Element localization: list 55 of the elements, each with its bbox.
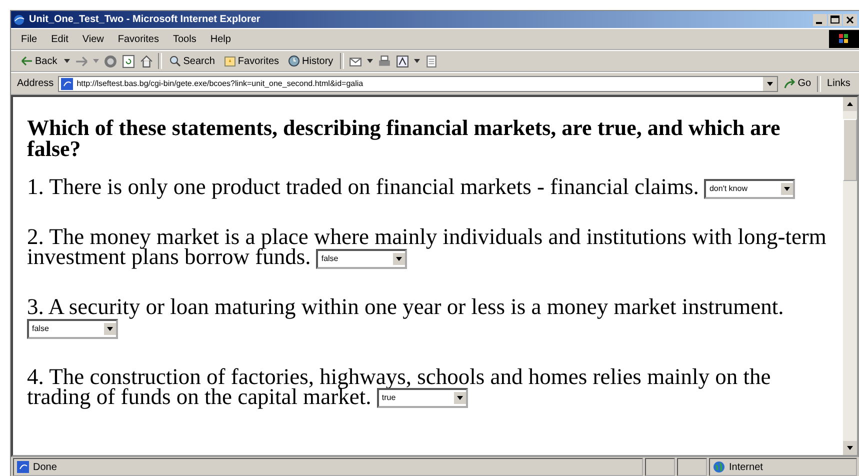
- mail-icon[interactable]: [349, 54, 362, 68]
- windows-logo-icon: [829, 30, 859, 48]
- links-button[interactable]: Links: [825, 78, 852, 89]
- scrollbar[interactable]: [843, 97, 857, 455]
- question-text: 3. A security or loan maturing within one year or less is a money market instrument. false: [27, 296, 829, 339]
- globe-icon: [713, 461, 725, 473]
- answer-dropdown[interactable]: false: [316, 248, 408, 269]
- clock-icon: [288, 55, 300, 67]
- answer-dropdown[interactable]: true: [376, 388, 468, 408]
- arrow-icon: [784, 78, 796, 90]
- caret-icon[interactable]: [64, 59, 70, 63]
- answer-dropdown[interactable]: don't know: [704, 178, 796, 199]
- question-text: 4. The construction of factories, highways, schools and homes relies mainly on the trading of funds on the capital market. true: [27, 366, 772, 408]
- menu-item[interactable]: View: [82, 34, 104, 44]
- address-label: Address: [17, 78, 54, 89]
- address-field[interactable]: http://lseftest.bas.bg/cgi-bin/gete.exe/bcoes?link=unit_one_second.html&id=galia: [58, 76, 778, 92]
- minimize-icon[interactable]: [813, 14, 827, 26]
- scrollbar-thumb[interactable]: [843, 119, 857, 181]
- window-title: Unit_One_Test_Two - Microsoft Internet Explorer: [29, 14, 260, 25]
- caret-icon[interactable]: [414, 59, 420, 63]
- home-icon[interactable]: [140, 54, 154, 68]
- question-heading: Which of these statements, describing financial markets, are true, and which are false?: [27, 117, 782, 159]
- caret-icon[interactable]: [367, 59, 374, 63]
- menu-item[interactable]: Tools: [172, 34, 196, 44]
- zone-text: Internet: [729, 462, 763, 472]
- menu-item[interactable]: File: [21, 34, 38, 44]
- status-pane: [677, 458, 707, 476]
- search-icon: [169, 55, 182, 67]
- menu-item[interactable]: Help: [210, 34, 231, 44]
- back-arrow-icon: [21, 55, 33, 67]
- status-text: Done: [33, 462, 57, 472]
- print-icon[interactable]: [378, 54, 392, 68]
- browser-icon: [13, 14, 25, 26]
- page-icon: [17, 461, 29, 473]
- edit-icon[interactable]: [396, 54, 410, 68]
- refresh-icon[interactable]: [122, 54, 136, 68]
- favorites-button[interactable]: Favorites: [222, 55, 282, 67]
- status-pane: [645, 458, 675, 476]
- page-icon: [60, 78, 73, 90]
- question-text: 1. There is only one product traded on financial markets - financial claims. don't know: [27, 177, 829, 199]
- folder-icon: [224, 55, 236, 67]
- answer-dropdown[interactable]: false: [27, 318, 118, 339]
- scroll-down-icon[interactable]: [843, 441, 857, 455]
- stop-icon[interactable]: [104, 54, 118, 68]
- back-button[interactable]: Back: [19, 55, 60, 67]
- scroll-up-icon[interactable]: [843, 97, 857, 111]
- maximize-icon[interactable]: [828, 14, 842, 26]
- go-button[interactable]: Go: [782, 78, 814, 90]
- question-text: 2. The money market is a place where mainly individuals and institutions with long-term investment plans borrow funds. false: [27, 226, 828, 269]
- menu-item[interactable]: Favorites: [118, 34, 159, 44]
- menu-item[interactable]: Edit: [51, 34, 68, 44]
- close-icon[interactable]: [843, 14, 857, 26]
- search-button[interactable]: Search: [167, 55, 217, 67]
- document-icon[interactable]: [425, 54, 438, 68]
- history-button[interactable]: History: [286, 55, 336, 67]
